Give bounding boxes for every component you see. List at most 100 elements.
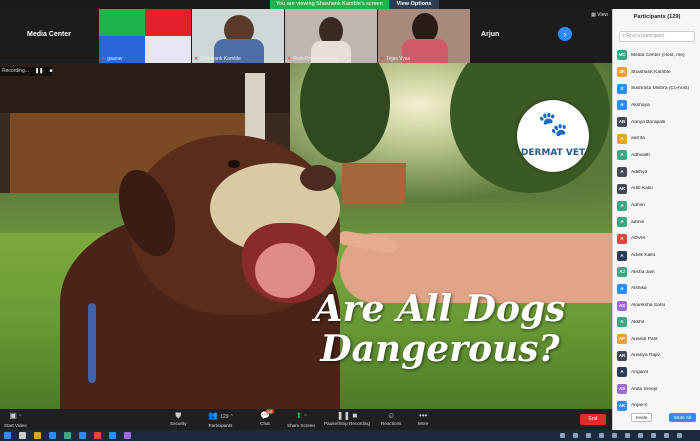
chevron-right-icon: › — [563, 29, 567, 39]
more-button[interactable]: ••• More — [418, 410, 428, 426]
avatar: A — [617, 250, 627, 261]
muted-mic-icon: ✕ — [101, 56, 106, 62]
grid-icon: ▦ — [591, 12, 596, 18]
view-options-button[interactable]: View Options — [388, 0, 440, 9]
search-icon: ⌕ — [622, 33, 625, 39]
tray-icon[interactable] — [638, 433, 643, 438]
invite-button[interactable]: Invite — [631, 413, 653, 422]
avatar: AR — [617, 350, 627, 361]
avatar: AJ — [617, 267, 627, 278]
taskbar-app-icon[interactable] — [64, 432, 71, 439]
security-button[interactable]: ⛊ Security — [170, 410, 187, 426]
pause-icon[interactable]: ❚❚ — [35, 68, 43, 74]
avatar: S — [617, 83, 627, 94]
participant-name: Ananya Rajiv — [631, 353, 660, 359]
video-thumbnail-strip: Media Center ✕ gaurav ✕ Shashank Kamble ✕ R… — [0, 9, 612, 63]
meeting-toolbar: ▣ ^ Start Video ⛊ Security 👥 129 ^ Partici… — [0, 409, 612, 430]
thumb-gaurav[interactable]: ✕ gaurav — [99, 9, 191, 63]
taskbar-app-icon[interactable] — [49, 432, 56, 439]
os-taskbar — [0, 430, 700, 441]
avatar: A — [617, 200, 627, 211]
participant-row[interactable]: AB Aanya Borapalli — [617, 114, 699, 131]
participant-row[interactable]: S Sushmita Mishra (Co-host) — [617, 80, 699, 97]
participants-button[interactable]: 👥 129 ^ Participants — [208, 410, 233, 428]
start-video-button[interactable]: ▣ ^ Start Video — [4, 410, 27, 428]
shared-screen-video: 🐾 DERMAT VET Are All Dogs Dangerous? — [0, 63, 612, 409]
participant-name: Admin — [631, 203, 645, 209]
tray-icon[interactable] — [573, 433, 578, 438]
participant-name: Akshit — [631, 319, 645, 325]
tray-icon[interactable] — [586, 433, 591, 438]
chat-button[interactable]: 💬 10 Chat — [260, 409, 274, 426]
avatar: AS — [617, 384, 627, 395]
taskbar-app-icon[interactable] — [34, 432, 41, 439]
tray-icon[interactable] — [664, 433, 669, 438]
participant-name: Anita Sreejit — [631, 386, 658, 392]
taskbar-app-icon[interactable] — [109, 432, 116, 439]
next-page-button[interactable]: › — [558, 27, 572, 41]
participant-row[interactable]: AK Aditi Kallu — [617, 181, 699, 198]
participant-name: Angaret — [631, 369, 649, 375]
tray-icon[interactable] — [612, 433, 617, 438]
participant-row[interactable]: AS Anita Sreejit — [617, 381, 699, 398]
tray-icon[interactable] — [625, 433, 630, 438]
tray-icon[interactable] — [677, 433, 682, 438]
participant-row[interactable]: Aadmin — [617, 214, 699, 231]
thumb-ruhi[interactable]: ✕ Ruhi-Precious Pawi — [285, 9, 377, 63]
avatar: MC — [617, 50, 627, 61]
taskbar-app-icon[interactable] — [94, 432, 101, 439]
stop-icon[interactable]: ■ — [49, 68, 52, 74]
pause-stop-icon: ❚❚ ■ — [336, 411, 358, 420]
thumb-shashank[interactable]: ✕ Shashank Kamble — [192, 9, 284, 63]
participant-row[interactable]: A Angaret — [617, 364, 699, 381]
participant-row[interactable]: MC Media Center (Host, me) — [617, 47, 699, 64]
participant-row[interactable]: A Alshika — [617, 281, 699, 298]
participant-row[interactable]: Aaarrita — [617, 130, 699, 147]
participant-row[interactable]: A Admin — [617, 197, 699, 214]
thumb-tejas[interactable]: ✕ Tejas Vyas — [378, 9, 470, 63]
taskbar-app-icon[interactable] — [124, 432, 131, 439]
avatar: A — [617, 100, 627, 111]
participant-row[interactable]: A Advik Kallu — [617, 247, 699, 264]
recording-button[interactable]: ❚❚ ■ Pause/Stop Recording — [324, 410, 370, 426]
participant-row[interactable]: AR Ananya Rajiv — [617, 347, 699, 364]
share-screen-button[interactable]: ⬆ ^ Share Screen — [287, 410, 315, 428]
reactions-button[interactable]: ☺ Reactions — [381, 410, 401, 426]
participant-row[interactable]: A ADVIK — [617, 231, 699, 248]
avatar: AK — [617, 400, 627, 411]
participant-row[interactable]: A Adithya — [617, 164, 699, 181]
taskbar-app-icon[interactable] — [79, 432, 86, 439]
view-button[interactable]: ▦ View — [591, 12, 608, 18]
participant-row[interactable]: A Adhvaith — [617, 147, 699, 164]
chat-badge: 10 — [265, 409, 274, 414]
participant-name: Adithya — [631, 169, 648, 175]
muted-mic-icon: ✕ — [287, 56, 292, 62]
participant-name: Aanya Borapalli — [631, 119, 666, 125]
taskbar-app-icon[interactable] — [19, 432, 26, 439]
participant-name: Shashank Kamble — [631, 69, 671, 75]
tray-icon[interactable] — [599, 433, 604, 438]
thumb-arjun[interactable]: Arjun — [471, 9, 563, 63]
tray-icon[interactable] — [560, 433, 565, 438]
taskbar-app-icon[interactable] — [4, 432, 11, 439]
avatar: AS — [617, 300, 627, 311]
participant-name: Akanksha Sahu — [631, 303, 666, 309]
participant-row[interactable]: AJ Alisha Jain — [617, 264, 699, 281]
participant-search-input[interactable]: ⌕ Find a participant — [619, 31, 695, 42]
video-camera-off-icon: ▣ ^ — [9, 411, 22, 420]
participant-row[interactable]: AK Anjali K — [617, 397, 699, 414]
participant-row[interactable]: AS Akanksha Sahu — [617, 297, 699, 314]
thumb-label: Arjun — [481, 31, 500, 38]
mute-all-button[interactable]: Mute All — [669, 413, 697, 422]
end-meeting-button[interactable]: End — [580, 414, 606, 425]
screen-share-banner: You are viewing Shashank Kamble's screen… — [270, 0, 470, 9]
participant-row[interactable]: SK Shashank Kamble — [617, 64, 699, 81]
participant-row[interactable]: A Akshit — [617, 314, 699, 331]
smiley-icon: ☺ — [387, 411, 396, 420]
tray-icon[interactable] — [651, 433, 656, 438]
avatar: A — [617, 283, 627, 294]
participant-row[interactable]: A Akshaya — [617, 97, 699, 114]
video-headline: Are All Dogs Dangerous? — [314, 288, 566, 370]
participant-row[interactable]: AP Anandi Pant — [617, 331, 699, 348]
thumb-media-center[interactable]: Media Center — [0, 9, 98, 63]
